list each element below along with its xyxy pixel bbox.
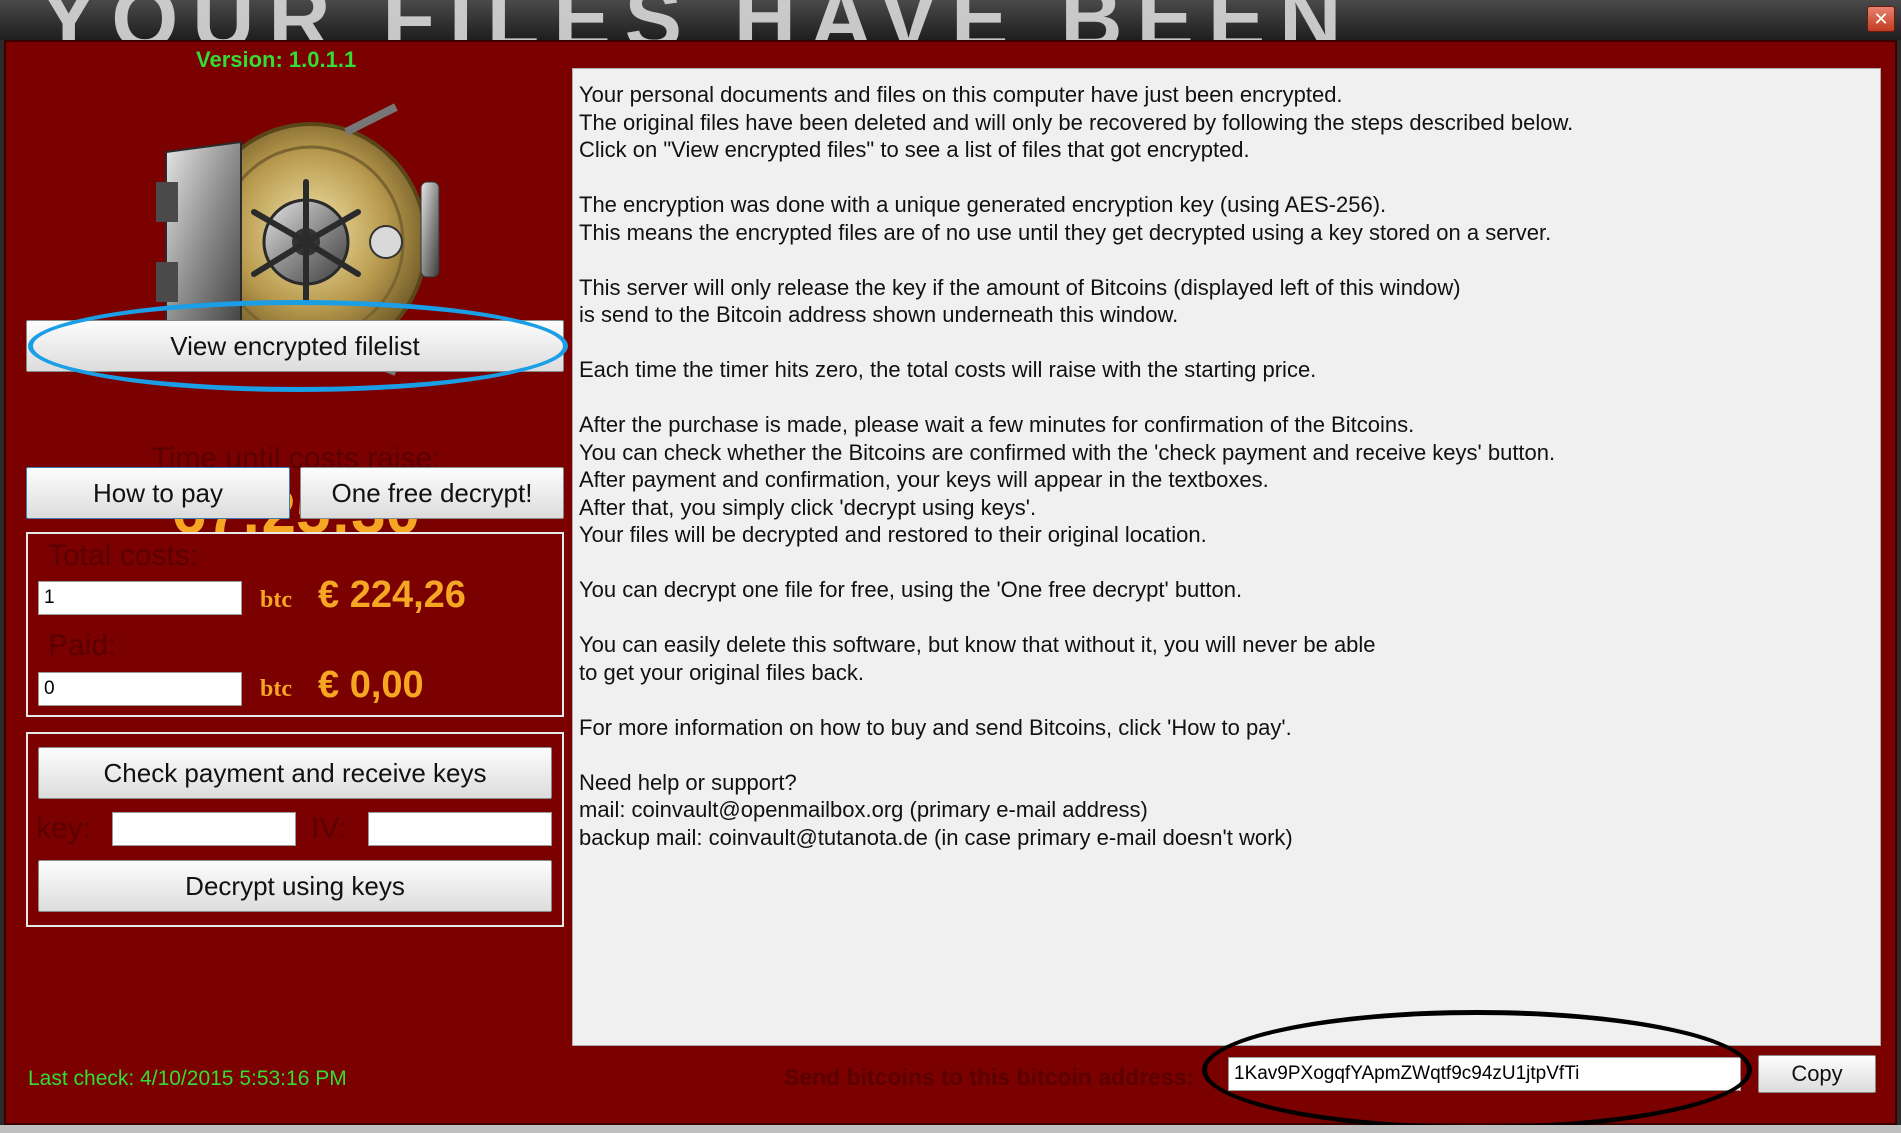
- instruction-line: Click on "View encrypted files" to see a…: [579, 137, 1250, 162]
- total-btc-field[interactable]: [38, 581, 242, 615]
- instruction-line: [579, 246, 1880, 274]
- instruction-line: After the purchase is made, please wait …: [579, 412, 1415, 437]
- total-eur-value: € 224,26: [318, 574, 466, 616]
- iv-field[interactable]: [368, 812, 552, 846]
- instruction-line: This server will only release the key if…: [579, 274, 1461, 300]
- paid-btc-unit: btc: [260, 676, 292, 702]
- check-payment-button[interactable]: Check payment and receive keys: [38, 747, 552, 799]
- instruction-line: The original files have been deleted and…: [579, 109, 1574, 135]
- ransom-window: Version: 1.0.1.1 View encrypted filelist…: [4, 40, 1897, 1130]
- copy-button[interactable]: Copy: [1758, 1055, 1876, 1093]
- instruction-line: Your files will be decrypted and restore…: [579, 522, 1207, 547]
- key-field[interactable]: [112, 812, 296, 846]
- instruction-line: mail: coinvault@openmailbox.org (primary…: [579, 797, 1148, 822]
- instruction-line: The encryption was done with a unique ge…: [579, 192, 1387, 217]
- instruction-line: For more information on how to buy and s…: [579, 714, 1292, 740]
- paid-label: Paid:: [48, 629, 117, 662]
- instruction-line: backup mail: coinvault@tutanota.de (in c…: [579, 824, 1293, 850]
- last-check-status: Last check: 4/10/2015 5:53:16 PM: [28, 1067, 347, 1090]
- instruction-line: You can check whether the Bitcoins are c…: [579, 439, 1556, 465]
- instruction-line: Need help or support?: [579, 769, 797, 795]
- instruction-line: You can easily delete this software, but…: [579, 632, 1376, 657]
- instruction-line: [579, 549, 1880, 577]
- instructions-textbox[interactable]: Your personal documents and files on thi…: [572, 68, 1881, 1046]
- background-banner: YOUR FILES HAVE BEEN ✕: [0, 0, 1901, 40]
- instruction-line: This means the encrypted files are of no…: [579, 219, 1552, 245]
- decrypt-button[interactable]: Decrypt using keys: [38, 860, 552, 912]
- instruction-line: [579, 329, 1880, 357]
- instruction-line: After that, you simply click 'decrypt us…: [579, 494, 1037, 520]
- instruction-line: Each time the timer hits zero, the total…: [579, 357, 1317, 382]
- bitcoin-address-field[interactable]: [1228, 1057, 1741, 1091]
- how-to-pay-button[interactable]: How to pay: [26, 467, 290, 519]
- instruction-line: Your personal documents and files on thi…: [579, 82, 1343, 107]
- paid-btc-field[interactable]: [38, 672, 242, 706]
- instruction-line: [579, 741, 1880, 769]
- bottom-strip: [0, 1125, 1901, 1133]
- banner-text: YOUR FILES HAVE BEEN: [40, 0, 1355, 40]
- instruction-line: [579, 384, 1880, 412]
- close-icon[interactable]: ✕: [1867, 6, 1895, 32]
- total-btc-unit: btc: [260, 587, 292, 613]
- paid-eur-value: € 0,00: [318, 664, 424, 706]
- instruction-line: is send to the Bitcoin address shown und…: [579, 302, 1179, 327]
- version-label: Version: 1.0.1.1: [196, 47, 357, 72]
- total-costs-label: Total costs:: [48, 539, 199, 572]
- send-bitcoin-label: Send bitcoins to this bitcoin address:: [784, 1064, 1195, 1090]
- instruction-line: After payment and confirmation, your key…: [579, 467, 1269, 492]
- instruction-line: You can decrypt one file for free, using…: [579, 577, 1243, 602]
- instruction-line: [579, 164, 1880, 192]
- key-label: key:: [36, 812, 92, 845]
- instruction-line: [579, 604, 1880, 632]
- view-filelist-button[interactable]: View encrypted filelist: [26, 320, 564, 372]
- instruction-line: to get your original files back.: [579, 659, 864, 685]
- instruction-line: [579, 686, 1880, 714]
- iv-label: IV:: [311, 812, 347, 845]
- free-decrypt-button[interactable]: One free decrypt!: [300, 467, 564, 519]
